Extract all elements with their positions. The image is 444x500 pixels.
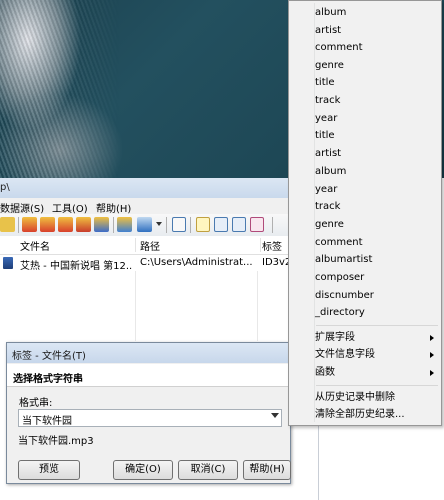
menu-item-field[interactable]: album [315,164,346,180]
format-dialog: 标签 - 文件名(T) 选择格式字符串 格式串: 当下软件园 当下软件园.mp3… [6,342,291,484]
app-title-bar: p\ [0,178,300,198]
menu-item-field[interactable]: track [315,93,340,109]
chevron-down-icon[interactable] [271,413,279,418]
menu-item-field[interactable]: genre [315,217,344,233]
cell-filename: 艾热 - 中国新说唱 第12... [20,261,132,272]
music-note-icon [3,257,13,269]
dialog-heading: 选择格式字符串 [13,374,83,385]
chevron-down-icon[interactable] [156,222,162,226]
menu-item-extended-fields[interactable]: 扩展字段 [315,330,355,346]
menu-item-field[interactable]: artist [315,146,341,162]
menu-item-file-info-fields[interactable]: 文件信息字段 [315,347,375,363]
toolbar-separator [113,217,114,233]
toolbar-separator [18,217,19,233]
id3v2-icon[interactable] [232,217,246,232]
menu-item-field[interactable]: composer [315,270,364,286]
menu-item-field[interactable]: artist [315,23,341,39]
toolbar [0,214,300,237]
edit-icon[interactable] [172,217,186,232]
menu-item-field[interactable]: _directory [315,305,365,321]
chevron-right-icon [430,352,434,358]
menu-item-field[interactable]: comment [315,235,363,251]
preview-text: 当下软件园.mp3 [18,436,94,447]
online-lookup-icon[interactable] [117,217,132,232]
chevron-right-icon [430,335,434,341]
dialog-heading-area: 选择格式字符串 [7,364,290,387]
cell-path: C:\Users\Administrat... [140,257,253,268]
menu-separator [316,325,438,326]
column-header: 文件名 路径 标签 [0,236,300,255]
menu-tools[interactable]: 工具(O) [52,200,88,215]
toolbar-separator [272,217,273,233]
menu-item-field[interactable]: album [315,5,346,21]
chevron-right-icon [430,370,434,376]
toolbar-separator [190,217,191,233]
table-row[interactable]: 艾热 - 中国新说唱 第12... C:\Users\Administrat..… [0,255,300,272]
preview-button[interactable]: 预览 [18,460,80,480]
menu-item-clear-history[interactable]: 清除全部历史纪录... [315,407,405,423]
menu-item-remove-history[interactable]: 从历史记录中删除 [315,390,395,406]
menu-separator [316,385,438,386]
filename-from-tag-icon[interactable] [40,217,55,232]
menu-item-field[interactable]: albumartist [315,252,372,268]
menu-item-field[interactable]: discnumber [315,288,374,304]
tag-from-filename-icon[interactable] [22,217,37,232]
menu-item-field[interactable]: title [315,128,335,144]
tag-from-tag-icon[interactable] [58,217,73,232]
format-label: 格式串: [19,398,53,409]
format-combobox[interactable]: 当下软件园 [18,409,282,427]
id3-icon[interactable] [214,217,228,232]
menu-item-field[interactable]: title [315,75,335,91]
toolbar-separator [166,217,167,233]
dialog-title-bar: 标签 - 文件名(T) [7,343,290,363]
menu-item-field[interactable]: year [315,182,337,198]
folder-icon[interactable] [0,217,15,232]
menu-item-field[interactable]: genre [315,58,344,74]
convert-icon[interactable] [250,217,264,232]
text-file-icon[interactable] [76,217,91,232]
export-icon[interactable] [94,217,109,232]
ok-button[interactable]: 确定(O) [113,460,173,480]
dialog-title: 标签 - 文件名(T) [12,351,86,362]
menu-item-field[interactable]: comment [315,40,363,56]
menu-item-field[interactable]: track [315,199,340,215]
note-icon[interactable] [196,217,210,232]
grid-line [135,271,136,341]
menu-item-field[interactable]: year [315,111,337,127]
format-value[interactable]: 当下软件园 [22,412,72,427]
menu-datasource[interactable]: 数据源(S) [0,200,44,215]
menu-bar: 数据源(S) 工具(O) 帮助(H) [0,198,300,215]
app-title-text: p\ [0,182,10,193]
help-button[interactable]: 帮助(H) [243,460,291,480]
grid-line [257,271,258,341]
column-path[interactable]: 路径 [136,238,261,253]
case-convert-icon[interactable] [137,217,152,232]
menu-help[interactable]: 帮助(H) [96,200,131,215]
cancel-button[interactable]: 取消(C) [178,460,238,480]
menu-item-functions[interactable]: 函数 [315,365,335,381]
context-menu: album artist comment genre title track y… [288,0,442,426]
photo-fur-texture [0,0,120,178]
column-filename[interactable]: 文件名 [16,238,136,253]
